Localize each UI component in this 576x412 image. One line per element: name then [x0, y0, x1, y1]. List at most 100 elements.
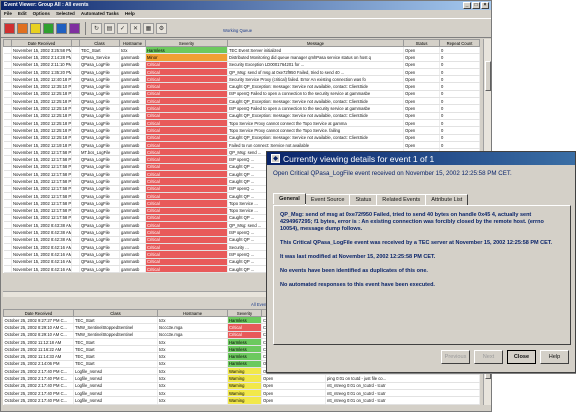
table-row[interactable]: November 15, 2002 12:25:18 PM QPasa_LogFi… [3, 112, 480, 120]
acknowledge-icon[interactable]: ✓ [117, 22, 128, 34]
column-header[interactable] [71, 39, 80, 47]
maximize-button[interactable]: □ [472, 2, 480, 9]
minimize-button[interactable]: _ [463, 2, 471, 9]
previous-button[interactable]: Previous [441, 350, 470, 364]
cell-severity: Critical [145, 134, 228, 142]
details-icon[interactable]: ▦ [143, 22, 154, 34]
table-row[interactable]: November 15, 2002 2:11:10 PM QPasa_LogFil… [3, 61, 480, 69]
cell-host: tctx [157, 389, 228, 398]
table-row[interactable]: November 15, 2002 12:25:18 PM QPasa_LogFi… [3, 126, 480, 135]
cell-spacer [71, 258, 80, 266]
cell-severity: Harmless [227, 316, 262, 325]
column-header[interactable]: Class [79, 39, 120, 47]
table-row[interactable]: October 25, 2002 2:17:40 PM C... Logfile_… [3, 374, 480, 383]
cell-class: Logfile_nsmsd [73, 389, 158, 398]
cell-flag [3, 199, 12, 208]
table-row[interactable]: November 15, 2002 3:25:58 PM TEC_Start tct… [3, 46, 480, 55]
tab-status[interactable]: Status [349, 194, 378, 205]
menu-file[interactable]: File [4, 11, 12, 17]
menu-edit[interactable]: Edit [18, 11, 27, 17]
table-row[interactable]: November 15, 2002 12:35:10 PM QPasa_LogFi… [3, 82, 480, 91]
cell-date: November 15, 2002 12:17:58 PM [11, 177, 72, 186]
table-row[interactable]: October 25, 2002 2:17:40 PM C... Logfile_… [3, 382, 480, 390]
column-header[interactable]: Message [227, 39, 404, 47]
unknown-filter-icon[interactable] [69, 22, 80, 34]
dialog-titlebar: ◆ Currently viewing details for event 1 … [267, 152, 575, 165]
close-window-button[interactable]: × [481, 2, 489, 9]
column-header[interactable]: Severity [227, 309, 262, 317]
cell-count: 0 [439, 134, 480, 142]
cell-host: tctx [157, 345, 228, 354]
cell-flag [3, 141, 12, 150]
close-button[interactable]: Close [507, 350, 536, 364]
column-header[interactable]: Repeat Count [439, 39, 480, 47]
help-button[interactable]: Help [540, 350, 569, 364]
column-header[interactable]: Hostname [119, 39, 146, 47]
cell-date: October 25, 2002 8:29:10 AM C... [3, 323, 74, 332]
print-icon[interactable]: ▤ [104, 22, 115, 34]
table-row[interactable]: November 15, 2002 1:35:20 PM QPasa_LogFil… [3, 68, 480, 77]
scrollbar-thumb[interactable] [485, 61, 491, 91]
tab-related-events[interactable]: Related Events [376, 194, 427, 205]
table-row[interactable]: November 15, 2002 12:40:18 PM QPasa_LogFi… [3, 75, 480, 84]
table-row[interactable]: November 15, 2002 2:14:28 PM QPasa_Servic… [3, 53, 480, 62]
cell-date: November 15, 2002 12:25:18 PM [11, 119, 72, 128]
menu-help[interactable]: Help [125, 11, 135, 17]
cell-host: gammasb [119, 82, 146, 91]
column-header[interactable]: Severity [145, 39, 228, 47]
cell-host: tctx [157, 316, 228, 325]
next-button[interactable]: Next [474, 350, 503, 364]
cell-flag [3, 170, 12, 179]
menu-options[interactable]: Options [33, 11, 50, 17]
cell-severity: Critical [145, 155, 228, 164]
table-row[interactable]: November 15, 2002 12:25:18 PM QPasa_LogFi… [3, 134, 480, 142]
cell-date: October 25, 2002 2:17:40 PM C... [3, 374, 74, 383]
column-header[interactable]: Date Received [11, 39, 72, 47]
cell-class: QPasa_LogFile [79, 61, 120, 69]
cell-message: Caught QP_Exception: message: Service no… [227, 82, 404, 91]
table-row[interactable]: November 15, 2002 12:25:18 PM QPasa_LogFi… [3, 97, 480, 106]
cell-spacer [71, 119, 80, 128]
tab-event-source[interactable]: Event Source [304, 194, 351, 205]
cell-severity: Critical [145, 119, 228, 128]
cell-date: November 15, 2002 12:25:18 PM [11, 90, 72, 99]
cell-host: tctx [157, 374, 228, 383]
table-row[interactable]: November 15, 2002 12:25:18 PM QPasa_LogFi… [3, 119, 480, 128]
automated-tasks-icon[interactable]: ⚙ [156, 22, 167, 34]
column-header[interactable]: Date Received [3, 309, 74, 317]
menu-automated-tasks[interactable]: Automated Tasks [81, 11, 119, 17]
table-row[interactable]: November 15, 2002 12:25:18 PM QPasa_LogFi… [3, 104, 480, 113]
cell-status: Open [261, 389, 326, 398]
tab-attribute-list[interactable]: Attribute List [425, 194, 469, 205]
cell-date: November 15, 2002 12:19:18 PM [11, 141, 72, 150]
cell-flag [3, 250, 12, 259]
table-row[interactable]: October 25, 2002 2:17:40 PM C... Logfile_… [3, 389, 480, 398]
table-row[interactable]: October 25, 2002 2:17:40 PM C... Logfile_… [3, 396, 480, 405]
cell-host: gammasb [119, 141, 146, 150]
cell-class: QPasa_LogFile [79, 170, 120, 179]
harmless-filter-icon[interactable] [56, 22, 67, 34]
minor-filter-icon[interactable] [30, 22, 41, 34]
cell-spacer [71, 192, 80, 201]
cell-message: Failed to run connect: Service not avail… [227, 141, 404, 150]
critical-filter-icon[interactable] [4, 22, 15, 34]
column-header[interactable]: Hostname [157, 309, 228, 317]
column-header[interactable] [3, 39, 12, 47]
table-row[interactable]: November 15, 2002 12:25:18 PM QPasa_LogFi… [3, 90, 480, 99]
cell-date: November 15, 2002 12:25:18 PM [11, 126, 72, 135]
table-row[interactable]: November 15, 2002 12:19:18 PM QPasa_LogFi… [3, 141, 480, 150]
column-header[interactable]: Status [403, 39, 440, 47]
menu-selected[interactable]: Selected [56, 11, 75, 17]
refresh-icon[interactable]: ↻ [91, 22, 102, 34]
cell-date: October 25, 2002 2:14:06 PM [3, 360, 74, 369]
tab-general[interactable]: General [273, 193, 306, 204]
cell-date: November 15, 2002 3:25:58 PM [11, 46, 72, 55]
cell-message: ntt_ntreeg 0:01 on_tcutrd - tcutr [325, 396, 480, 405]
close-event-icon[interactable]: ✕ [130, 22, 141, 34]
major-filter-icon[interactable] [17, 22, 28, 34]
column-header[interactable]: Class [73, 309, 158, 317]
cell-class: QPasa_LogFile [79, 141, 120, 150]
cell-severity: Critical [145, 265, 228, 274]
cell-severity: Critical [145, 126, 228, 135]
warning-filter-icon[interactable] [43, 22, 54, 34]
